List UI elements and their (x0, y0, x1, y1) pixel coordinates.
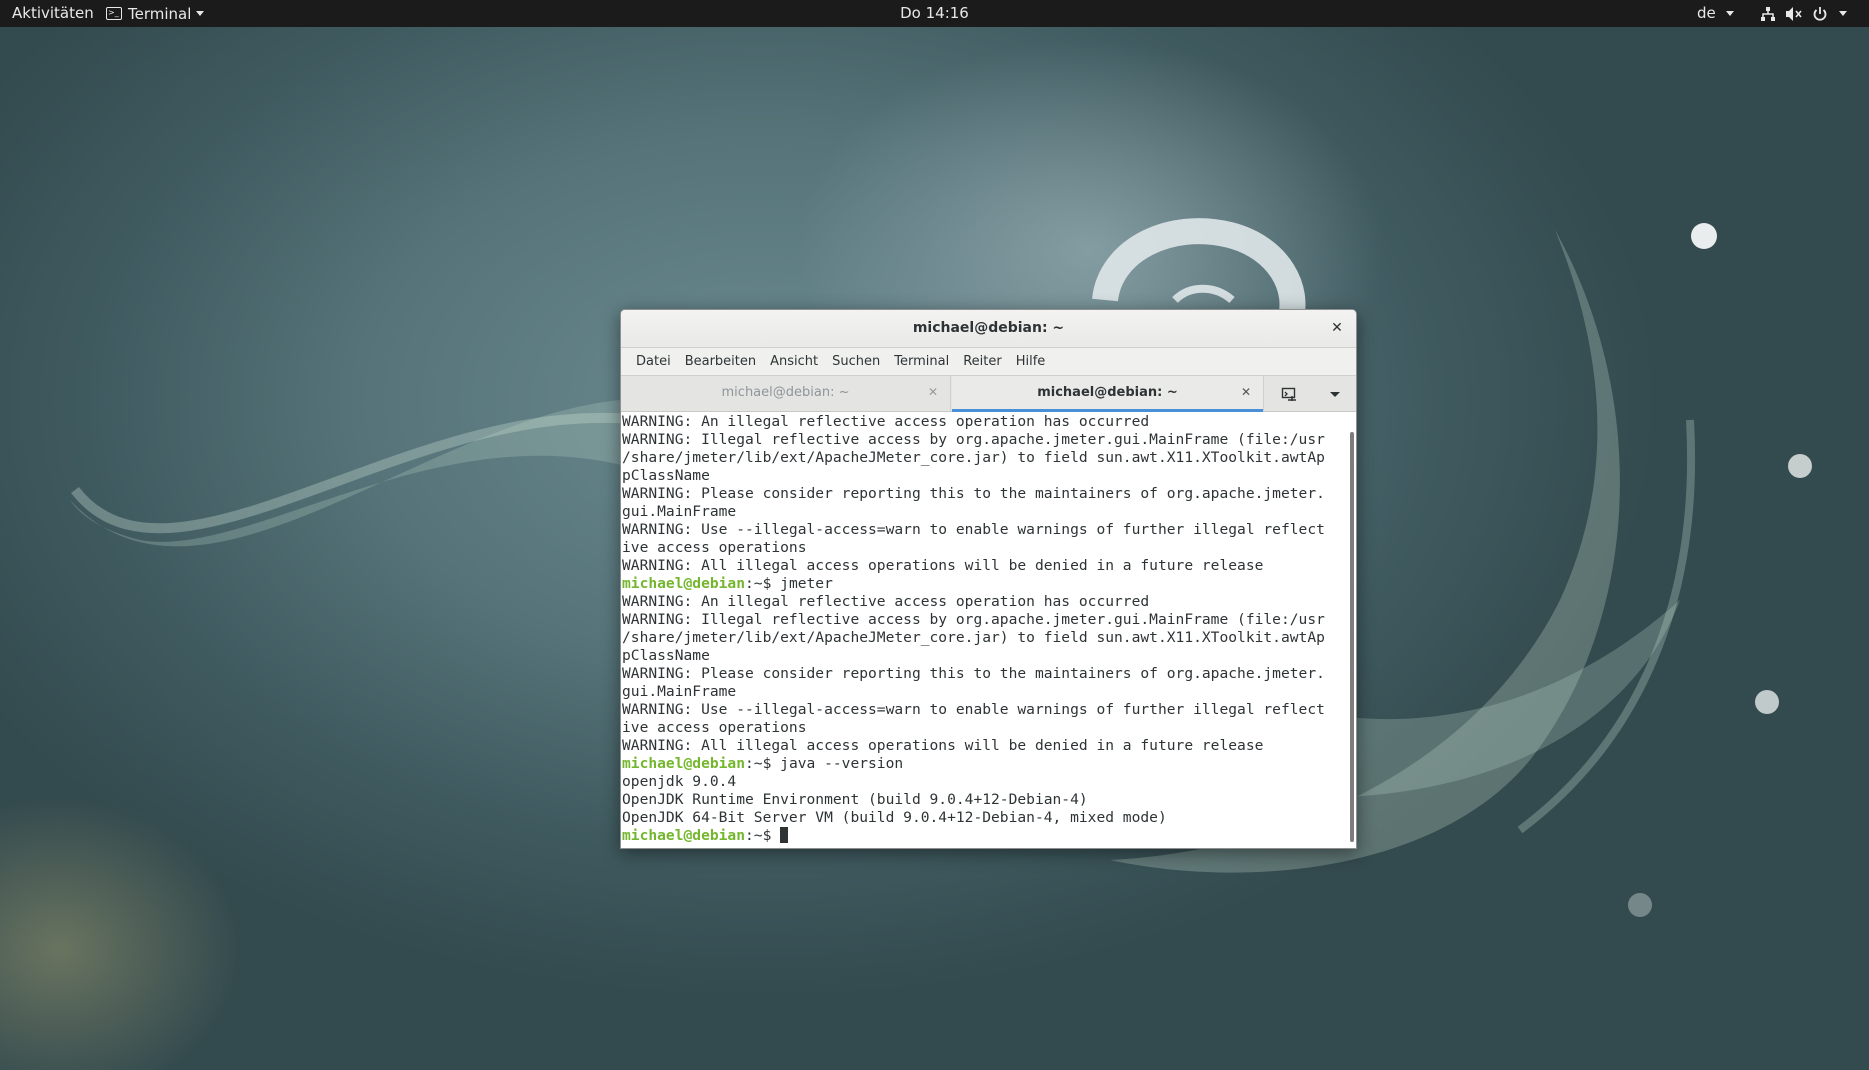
clock: Do 14:16 (0, 0, 1869, 27)
app-menu-label: Terminal (128, 4, 192, 23)
terminal-output-line: OpenJDK Runtime Environment (build 9.0.4… (622, 791, 1088, 808)
prompt-user: michael@debian (622, 575, 746, 592)
prompt-suffix: :~$ (745, 575, 772, 592)
prompt-suffix: :~$ (745, 827, 772, 844)
terminal-output-line: WARNING: Please consider reporting this … (622, 485, 1325, 502)
window-titlebar[interactable]: michael@debian: ~ ✕ (621, 310, 1356, 348)
close-window-button[interactable]: ✕ (1328, 319, 1346, 337)
top-bar: Aktivitäten >_ Terminal Do 14:16 de (0, 0, 1869, 27)
terminal-output-line: /share/jmeter/lib/ext/ApacheJMeter_core.… (622, 629, 1325, 646)
command-text: jmeter (771, 575, 833, 592)
menu-bearbeiten[interactable]: Bearbeiten (678, 348, 763, 375)
tab-terminal-2[interactable]: michael@debian: ~ ✕ (952, 376, 1263, 412)
app-menu-button[interactable]: >_ Terminal (106, 0, 205, 27)
prompt-user: michael@debian (622, 827, 746, 844)
tab-bar: michael@debian: ~ ✕ michael@debian: ~ ✕ (621, 375, 1356, 412)
menu-ansicht[interactable]: Ansicht (763, 348, 825, 375)
chevron-down-icon (1725, 11, 1734, 16)
power-icon (1812, 6, 1828, 22)
terminal-window: michael@debian: ~ ✕ Datei Bearbeiten Ans… (620, 309, 1357, 849)
terminal-output-line: openjdk 9.0.4 (622, 773, 737, 790)
terminal-output-line: WARNING: Illegal reflective access by or… (622, 431, 1325, 448)
prompt-user: michael@debian (622, 755, 746, 772)
terminal-output-line: WARNING: All illegal access operations w… (622, 557, 1264, 574)
terminal-output-line: pClassName (622, 647, 710, 664)
tab-label: michael@debian: ~ (1037, 385, 1178, 400)
menu-terminal[interactable]: Terminal (887, 348, 956, 375)
terminal-output-line: ive access operations (622, 539, 807, 556)
terminal-output-line: /share/jmeter/lib/ext/ApacheJMeter_core.… (622, 449, 1325, 466)
keyboard-layout-label: de (1697, 4, 1716, 22)
terminal-app-icon: >_ (106, 7, 122, 20)
chevron-down-icon (1839, 11, 1847, 16)
terminal-output-line: WARNING: Illegal reflective access by or… (622, 611, 1325, 628)
terminal-output-line: WARNING: Use --illegal-access=warn to en… (622, 521, 1325, 538)
menu-hilfe[interactable]: Hilfe (1009, 348, 1053, 375)
window-title: michael@debian: ~ (912, 320, 1065, 336)
terminal-output-line: pClassName (622, 467, 710, 484)
chevron-down-icon (1329, 391, 1340, 397)
tab-terminal-1[interactable]: michael@debian: ~ ✕ (621, 376, 951, 412)
terminal-prompt-line: michael@debian:~$ java --version (622, 755, 1342, 773)
command-text: java --version (771, 755, 904, 772)
network-icon (1760, 6, 1776, 22)
menu-reiter[interactable]: Reiter (956, 348, 1009, 375)
terminal-output-line: WARNING: An illegal reflective access op… (622, 593, 1150, 610)
system-menu-button[interactable] (1760, 0, 1847, 27)
terminal-output-area[interactable]: WARNING: An illegal reflective access op… (621, 412, 1356, 848)
terminal-output-line: WARNING: Use --illegal-access=warn to en… (622, 701, 1325, 718)
text-cursor (780, 827, 789, 843)
close-tab-icon[interactable]: ✕ (928, 376, 938, 409)
terminal-output-line: WARNING: All illegal access operations w… (622, 737, 1264, 754)
prompt-suffix: :~$ (745, 755, 772, 772)
keyboard-layout-indicator[interactable]: de (1697, 0, 1734, 27)
scrollbar[interactable] (1350, 432, 1354, 842)
menu-datei[interactable]: Datei (629, 348, 678, 375)
volume-muted-icon (1785, 6, 1803, 22)
desktop: Aktivitäten >_ Terminal Do 14:16 de mich… (0, 0, 1869, 1070)
terminal-output-line: gui.MainFrame (622, 503, 737, 520)
menu-suchen[interactable]: Suchen (825, 348, 887, 375)
tab-menu-button[interactable] (1313, 376, 1356, 412)
menu-bar: Datei Bearbeiten Ansicht Suchen Terminal… (621, 348, 1356, 375)
terminal-output-line: WARNING: An illegal reflective access op… (622, 413, 1150, 430)
terminal-output-line: ive access operations (622, 719, 807, 736)
terminal-prompt-line: michael@debian:~$ jmeter (622, 575, 1342, 593)
close-tab-icon[interactable]: ✕ (1241, 376, 1251, 409)
terminal-output-line: gui.MainFrame (622, 683, 737, 700)
activities-button[interactable]: Aktivitäten (12, 0, 94, 27)
new-tab-icon (1281, 387, 1296, 401)
terminal-output-line: OpenJDK 64-Bit Server VM (build 9.0.4+12… (622, 809, 1167, 826)
terminal-output-line: WARNING: Please consider reporting this … (622, 665, 1325, 682)
tab-label: michael@debian: ~ (721, 385, 850, 400)
terminal-text: WARNING: An illegal reflective access op… (622, 413, 1342, 845)
chevron-down-icon (196, 11, 205, 16)
terminal-prompt-line: michael@debian:~$ (622, 827, 1342, 845)
clock-label[interactable]: Do 14:16 (900, 4, 969, 22)
new-tab-button[interactable] (1263, 376, 1314, 412)
